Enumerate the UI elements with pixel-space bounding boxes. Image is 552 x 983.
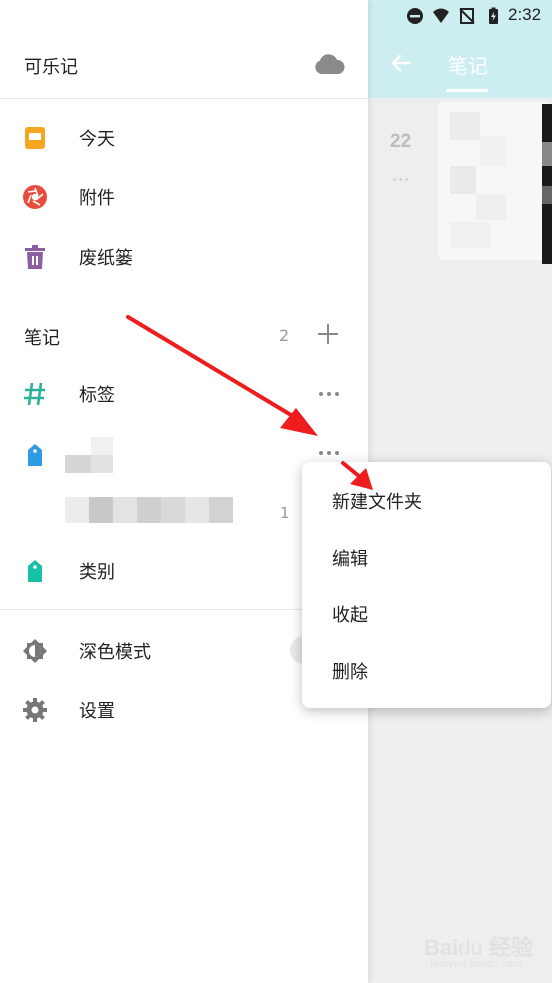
subfolder-count: 1	[280, 504, 290, 522]
drawer-title: 可乐记	[24, 57, 78, 78]
nav-item-label: 设置	[79, 701, 115, 722]
app-bar: 2:32 笔记	[368, 0, 552, 98]
menu-item-collapse[interactable]: 收起	[302, 585, 551, 641]
nav-item-tags[interactable]: 标签	[0, 371, 368, 415]
blurred-subfolder[interactable]	[65, 497, 233, 523]
nav-item-label: 类别	[79, 562, 115, 583]
context-menu: 新建文件夹 编辑 收起 删除	[302, 462, 551, 708]
tag-icon	[28, 560, 42, 582]
more-icon[interactable]	[318, 448, 340, 458]
divider	[0, 98, 368, 99]
note-more-indicator: ···	[392, 170, 411, 189]
aperture-icon	[23, 185, 47, 209]
wifi-icon	[433, 8, 449, 23]
status-time: 2:32	[508, 5, 542, 24]
blurred-label	[65, 437, 113, 473]
gear-icon	[23, 698, 47, 722]
nav-item-today[interactable]: 今天	[0, 115, 368, 159]
menu-item-edit[interactable]: 编辑	[302, 529, 551, 585]
note-date: 22	[390, 131, 412, 152]
nav-item-label: 今天	[79, 129, 115, 150]
status-bar: 2:32	[368, 0, 552, 32]
note-card[interactable]	[438, 102, 552, 264]
add-icon[interactable]	[316, 322, 340, 346]
section-count: 2	[279, 326, 290, 345]
menu-item-delete[interactable]: 删除	[302, 642, 551, 698]
section-header-notes: 笔记	[24, 328, 60, 349]
more-icon[interactable]	[318, 389, 340, 399]
watermark-logo: Baidu 经验 jingyan.baidu.com	[424, 935, 533, 970]
back-arrow-icon[interactable]	[390, 52, 412, 74]
trash-icon	[25, 245, 45, 269]
menu-item-label: 收起	[332, 605, 368, 626]
nav-item-label: 标签	[79, 385, 115, 406]
nav-item-label: 废纸篓	[79, 248, 133, 269]
calendar-icon	[25, 127, 45, 149]
dnd-icon	[407, 8, 423, 24]
battery-charging-icon	[489, 7, 498, 24]
app-title: 笔记	[448, 54, 488, 78]
title-underline	[446, 89, 488, 92]
cloud-icon[interactable]	[313, 53, 345, 75]
tag-icon	[28, 444, 42, 466]
menu-item-new-folder[interactable]: 新建文件夹	[302, 472, 551, 528]
no-signal-icon	[459, 8, 475, 24]
menu-item-label: 删除	[332, 662, 368, 683]
nav-item-label: 附件	[79, 188, 115, 209]
contrast-icon	[23, 639, 47, 663]
menu-item-label: 编辑	[332, 549, 368, 570]
nav-item-trash[interactable]: 废纸篓	[0, 234, 368, 278]
nav-item-attachments[interactable]: 附件	[0, 174, 368, 218]
nav-item-label: 深色模式	[79, 642, 151, 663]
hash-icon	[24, 382, 45, 406]
menu-item-label: 新建文件夹	[332, 492, 422, 513]
